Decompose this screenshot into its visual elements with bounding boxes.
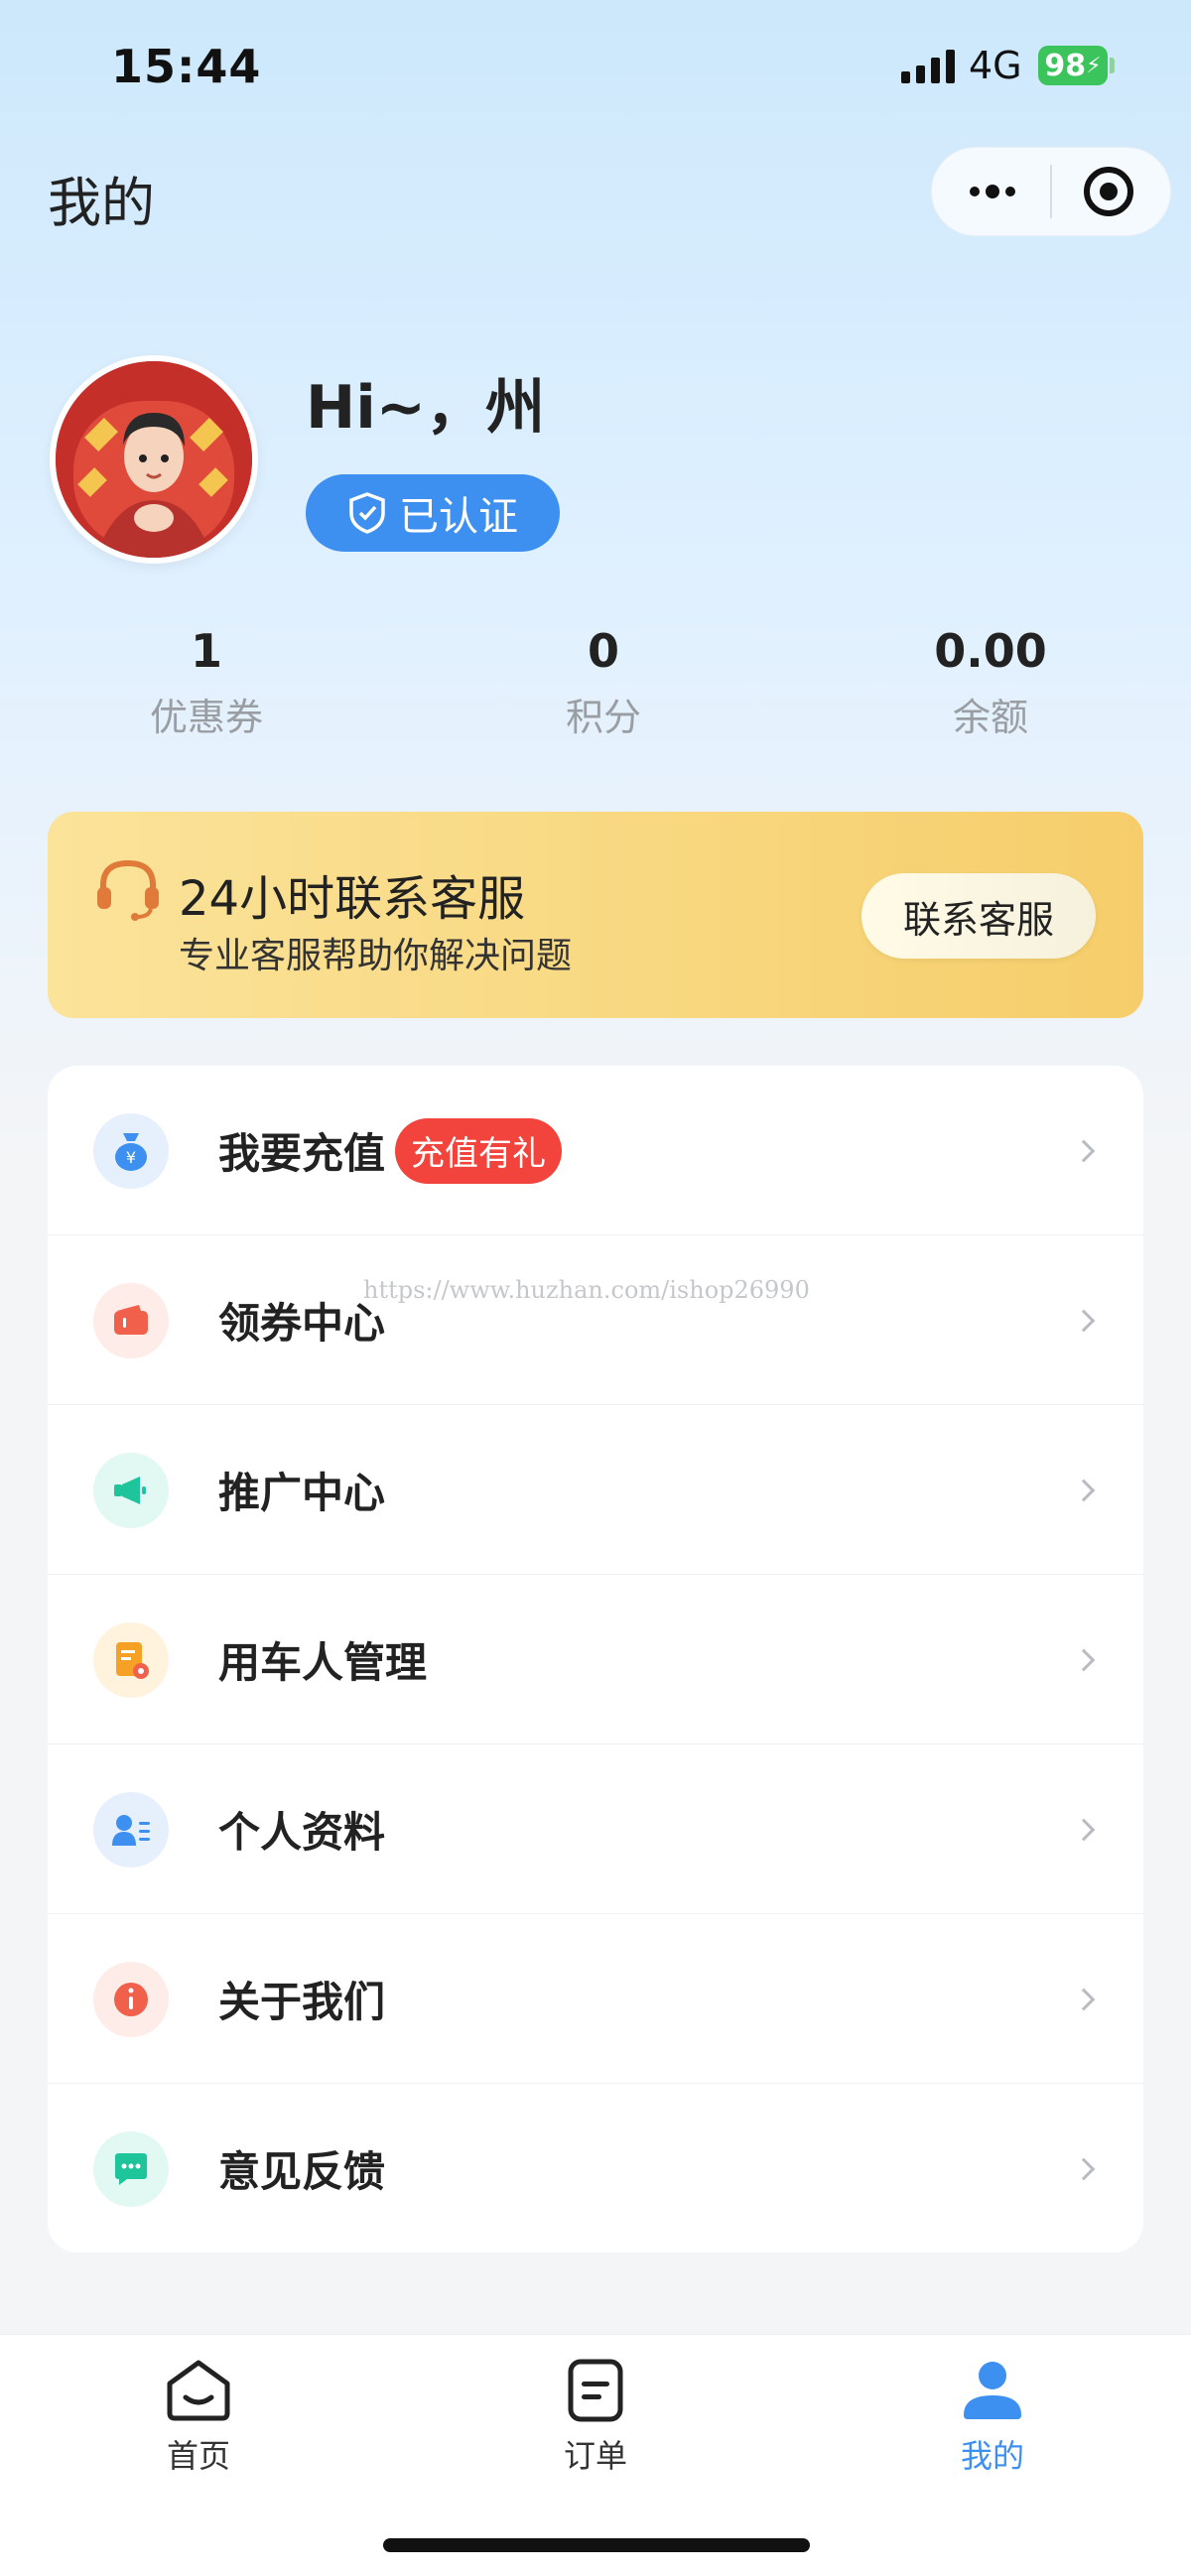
wallet-icon	[93, 1282, 169, 1358]
tab-label: 订单	[563, 2437, 627, 2475]
avatar-image	[56, 361, 252, 558]
document-gear-icon	[93, 1621, 169, 1698]
menu-label: 我要充值	[218, 1129, 386, 1178]
status-time: 15:44	[111, 40, 262, 93]
contact-service-button[interactable]: 联系客服	[861, 873, 1096, 959]
headset-icon	[97, 859, 159, 921]
menu-label: 关于我们	[218, 1978, 386, 2026]
home-indicator	[383, 2538, 810, 2552]
info-icon	[93, 1961, 169, 2037]
tab-home[interactable]: 首页	[99, 2358, 298, 2477]
chat-bubble-icon	[93, 2130, 169, 2207]
stat-balance[interactable]: 0.00 余额	[871, 621, 1110, 741]
menu-item-profile[interactable]: 个人资料	[48, 1744, 1143, 1914]
stat-value: 0.00	[934, 624, 1047, 678]
menu-item-promotion[interactable]: 推广中心	[48, 1405, 1143, 1575]
menu-item-about[interactable]: 关于我们	[48, 1914, 1143, 2084]
stat-coupons[interactable]: 1 优惠券	[87, 621, 326, 741]
stat-value: 1	[190, 624, 222, 678]
order-icon	[568, 2359, 623, 2422]
signal-icon	[901, 48, 957, 83]
service-title: 24小时联系客服	[179, 871, 526, 927]
close-target-icon[interactable]	[1084, 167, 1133, 216]
verified-label: 已认证	[399, 494, 518, 540]
stat-points[interactable]: 0 积分	[484, 621, 723, 741]
chevron-right-icon	[1072, 1309, 1096, 1332]
tab-label: 首页	[166, 2437, 230, 2475]
home-icon	[167, 2360, 230, 2421]
chevron-right-icon	[1072, 1818, 1096, 1841]
menu-item-driver-management[interactable]: 用车人管理	[48, 1575, 1143, 1744]
more-icon[interactable]	[953, 147, 1032, 236]
megaphone-icon	[93, 1452, 169, 1528]
money-bag-icon: ¥	[93, 1112, 169, 1189]
service-subtitle: 专业客服帮助你解决问题	[179, 936, 573, 976]
menu-label: 领券中心	[218, 1299, 386, 1348]
verified-badge[interactable]: 已认证	[306, 474, 560, 552]
chevron-right-icon	[1072, 1479, 1096, 1501]
recharge-gift-badge: 充值有礼	[395, 1117, 562, 1184]
battery-icon: 98 ⚡	[1038, 46, 1108, 85]
menu-item-feedback[interactable]: 意见反馈	[48, 2084, 1143, 2254]
menu-list: ¥ 我要充值 充值有礼 领券中心 推广中心 用车人管理 个人资料 关于我们 意见…	[48, 1066, 1143, 2253]
battery-level: 98	[1044, 48, 1087, 83]
greeting-text: Hi~，州	[306, 373, 546, 443]
battery-tip	[1110, 58, 1115, 73]
page-title: 我的	[48, 172, 155, 234]
svg-text:¥: ¥	[126, 1148, 136, 1167]
stat-label: 余额	[952, 696, 1028, 739]
chevron-right-icon	[1072, 2157, 1096, 2180]
stat-value: 0	[587, 624, 619, 678]
stat-label: 优惠券	[149, 696, 263, 739]
user-icon	[964, 2362, 1021, 2419]
menu-item-coupons[interactable]: 领券中心	[48, 1235, 1143, 1405]
tab-mine[interactable]: 我的	[893, 2358, 1092, 2477]
shield-check-icon	[349, 492, 385, 534]
stat-label: 积分	[565, 696, 641, 739]
user-profile-icon	[93, 1791, 169, 1868]
chevron-right-icon	[1072, 1648, 1096, 1671]
menu-label: 用车人管理	[218, 1638, 428, 1687]
menu-label: 意见反馈	[218, 2147, 386, 2196]
chevron-right-icon	[1072, 1139, 1096, 1162]
tab-orders[interactable]: 订单	[496, 2358, 695, 2477]
chevron-right-icon	[1072, 1988, 1096, 2010]
tab-label: 我的	[960, 2437, 1024, 2475]
capsule-divider	[1050, 165, 1052, 218]
menu-label: 推广中心	[218, 1469, 386, 1517]
watermark-text: https://www.huzhan.com/ishop26990	[363, 1276, 810, 1304]
menu-item-recharge[interactable]: ¥ 我要充值 充值有礼	[48, 1066, 1143, 1235]
avatar[interactable]	[50, 355, 258, 564]
network-label: 4G	[969, 44, 1022, 87]
menu-label: 个人资料	[218, 1808, 386, 1857]
